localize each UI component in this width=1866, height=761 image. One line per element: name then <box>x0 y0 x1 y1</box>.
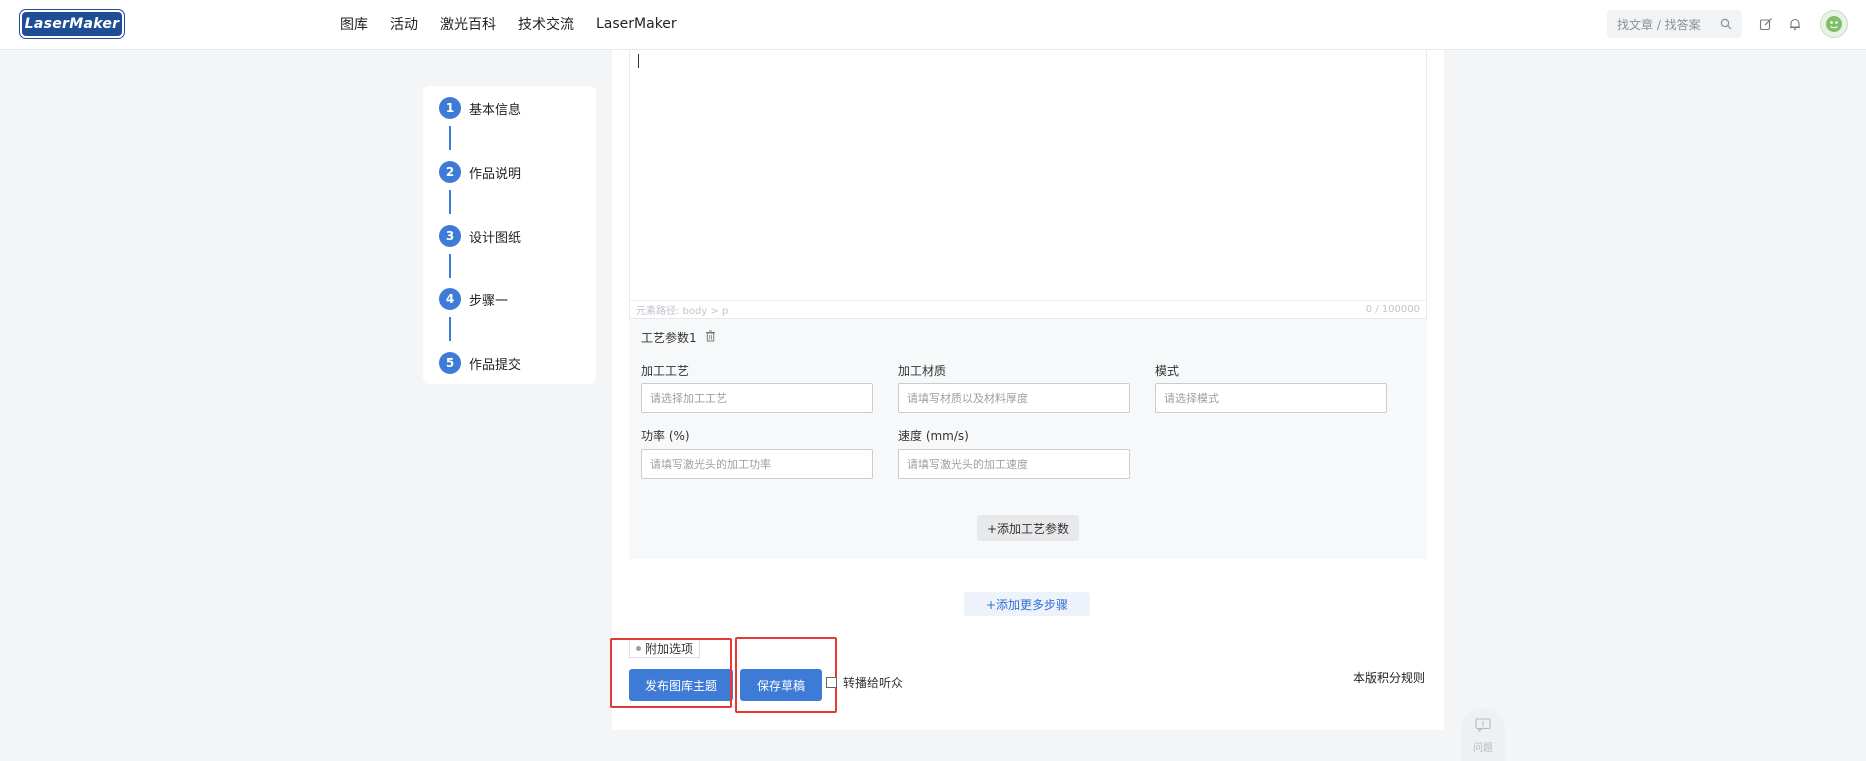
feedback-label: 问题 <box>1473 743 1493 754</box>
step-connector <box>449 254 451 278</box>
points-rules-link[interactable]: 本版积分规则 <box>1353 669 1425 686</box>
nav-item-laser-wiki[interactable]: 激光百科 <box>440 14 496 34</box>
step-number: 3 <box>439 225 461 247</box>
step-number: 1 <box>439 97 461 119</box>
power-label: 功率 (%) <box>641 429 690 443</box>
main-nav: 图库 活动 激光百科 技术交流 LaserMaker <box>340 0 677 48</box>
extra-options-toggle[interactable]: 附加选项 <box>629 638 701 658</box>
feedback-floating-button[interactable]: 问题 <box>1461 708 1505 761</box>
char-counter: 0 / 100000 <box>1365 304 1420 315</box>
step-number: 5 <box>439 352 461 374</box>
step-label: 设计图纸 <box>469 230 522 246</box>
nav-item-lasermaker[interactable]: LaserMaker <box>596 16 677 32</box>
step-design-drawings[interactable]: 3 设计图纸 <box>439 224 521 248</box>
steps-navigator: 1 基本信息 2 作品说明 3 设计图纸 4 步骤一 5 作品提交 <box>423 86 596 384</box>
speed-label: 速度 (mm/s) <box>898 429 969 443</box>
element-path: 元素路径: body > p <box>636 306 729 317</box>
add-process-parameter-button[interactable]: +添加工艺参数 <box>977 515 1079 541</box>
top-navigation-bar: LaserMaker 图库 活动 激光百科 技术交流 LaserMaker 找文… <box>0 0 1866 50</box>
step-number: 4 <box>439 288 461 310</box>
publish-gallery-topic-button[interactable]: 发布图库主题 <box>629 669 733 701</box>
search-placeholder: 找文章 / 找答案 <box>1617 17 1701 32</box>
nav-item-tech-exchange[interactable]: 技术交流 <box>518 14 574 34</box>
repost-checkbox[interactable] <box>826 677 837 688</box>
craft-label: 加工工艺 <box>641 364 690 378</box>
nav-item-gallery[interactable]: 图库 <box>340 14 368 34</box>
step-connector <box>449 126 451 150</box>
step-basic-info[interactable]: 1 基本信息 <box>439 96 521 120</box>
speed-input[interactable] <box>898 449 1130 479</box>
step-label: 基本信息 <box>469 102 522 118</box>
process-title-text: 工艺参数1 <box>641 331 697 345</box>
editor-status-bar: 元素路径: body > p 0 / 100000 <box>630 300 1426 318</box>
text-caret <box>638 54 639 68</box>
bell-icon[interactable] <box>1786 15 1804 33</box>
power-input[interactable] <box>641 449 873 479</box>
lasermaker-logo[interactable]: LaserMaker <box>20 10 124 38</box>
step-label: 步骤一 <box>469 293 509 309</box>
step-work-description[interactable]: 2 作品说明 <box>439 160 521 184</box>
process-title: 工艺参数1 <box>641 329 716 346</box>
step-label: 作品说明 <box>469 166 522 182</box>
rich-text-editor[interactable]: 元素路径: body > p 0 / 100000 <box>629 50 1427 319</box>
material-input[interactable] <box>898 383 1130 413</box>
step-submit-work[interactable]: 5 作品提交 <box>439 351 521 375</box>
comment-icon <box>1475 718 1491 735</box>
step-step-one[interactable]: 4 步骤一 <box>439 287 508 311</box>
trash-icon[interactable] <box>705 330 716 345</box>
step-label: 作品提交 <box>469 357 522 373</box>
nav-item-events[interactable]: 活动 <box>390 14 418 34</box>
avatar[interactable] <box>1820 10 1848 38</box>
step-connector <box>449 190 451 214</box>
craft-select[interactable] <box>641 383 873 413</box>
material-label: 加工材质 <box>898 364 947 378</box>
bullet-icon <box>636 645 641 651</box>
mode-label: 模式 <box>1155 364 1180 378</box>
logo-text: LaserMaker <box>24 16 120 32</box>
step-connector <box>449 317 451 341</box>
process-parameters-section: 工艺参数1 加工工艺 加工材质 模式 功率 (%) 速度 (mm/s) +添加工… <box>629 319 1427 559</box>
mode-select[interactable] <box>1155 383 1387 413</box>
extra-options-label: 附加选项 <box>645 641 694 656</box>
repost-label: 转播给听众 <box>843 676 904 690</box>
repost-to-followers[interactable]: 转播给听众 <box>826 674 903 691</box>
search-box[interactable]: 找文章 / 找答案 <box>1607 10 1742 38</box>
search-icon[interactable] <box>1720 18 1732 30</box>
step-number: 2 <box>439 161 461 183</box>
edit-icon[interactable] <box>1757 15 1775 33</box>
add-more-steps-button[interactable]: +添加更多步骤 <box>964 592 1090 616</box>
save-draft-button[interactable]: 保存草稿 <box>740 669 822 701</box>
